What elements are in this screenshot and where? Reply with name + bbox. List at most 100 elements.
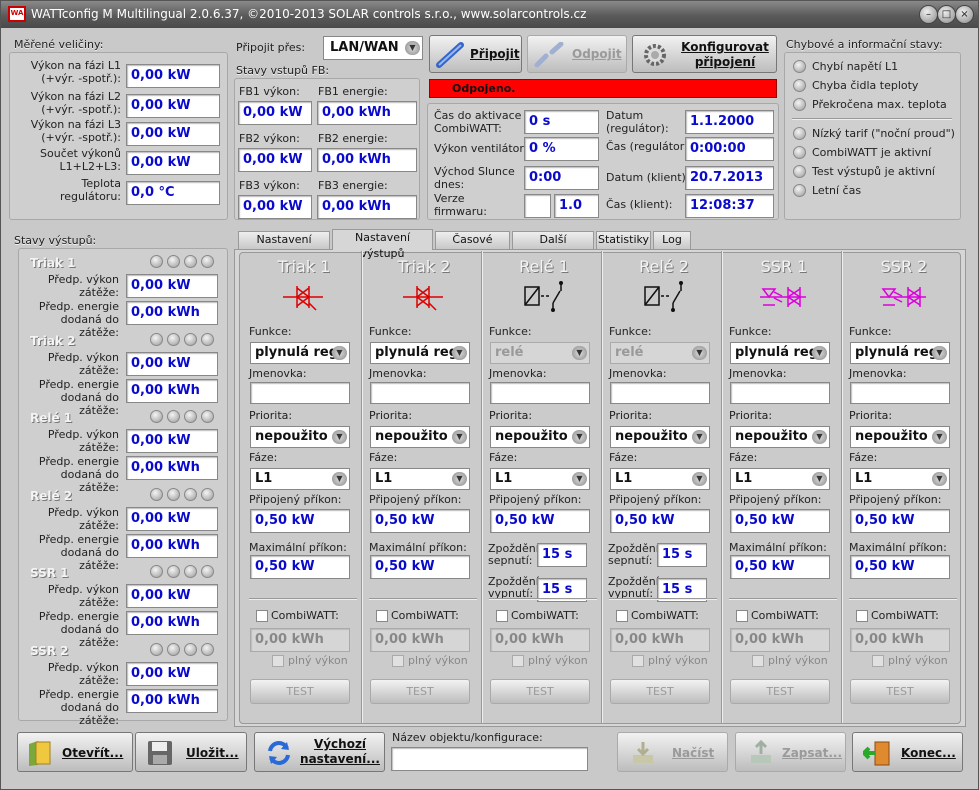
exit-button[interactable]: Konec... — [852, 732, 963, 772]
combiwatt-energy-input[interactable]: 0,00 kWh — [490, 628, 590, 652]
test-button[interactable]: TEST — [250, 679, 350, 704]
test-button[interactable]: TEST — [730, 679, 830, 704]
relay-icon — [524, 281, 563, 312]
priority-select[interactable]: nepoužito ▼ — [610, 426, 710, 448]
max-power-input[interactable]: 0,50 kW — [850, 555, 950, 579]
connected-power-input[interactable]: 0,50 kW — [490, 509, 590, 533]
test-button[interactable]: TEST — [610, 679, 710, 704]
combiwatt-checkbox[interactable] — [496, 610, 508, 622]
write-button[interactable]: Zapsat... — [735, 732, 846, 772]
expected-power-label: Předp. výkon zátěže: — [47, 350, 119, 377]
full-power-checkbox[interactable] — [752, 655, 764, 667]
object-name-input[interactable] — [391, 747, 588, 771]
function-select[interactable]: plynulá reg. ▼ — [370, 342, 470, 364]
combiwatt-energy-input[interactable]: 0,00 kWh — [250, 628, 350, 652]
full-power-checkbox[interactable] — [392, 655, 404, 667]
save-button[interactable]: Uložit... — [135, 732, 247, 772]
close-icon[interactable]: × — [955, 5, 974, 24]
expected-power-label: Předp. výkon zátěže: — [47, 505, 119, 532]
priority-select[interactable]: nepoužito ▼ — [490, 426, 590, 448]
disconnect-button[interactable]: Odpojit — [527, 35, 627, 73]
connected-power-input[interactable]: 0,50 kW — [730, 509, 830, 533]
phase-select[interactable]: L1 ▼ — [250, 468, 350, 490]
expected-power-field: 0,00 kW — [126, 274, 218, 298]
priority-label: Priorita: — [609, 409, 653, 422]
function-select[interactable]: relé ▼ — [610, 342, 710, 364]
output-state-name: Relé 1 — [30, 411, 73, 425]
test-button[interactable]: TEST — [370, 679, 470, 704]
off-delay-label: Zpoždění vypnutí: — [608, 575, 659, 600]
combiwatt-checkbox[interactable] — [736, 610, 748, 622]
priority-select[interactable]: nepoužito ▼ — [250, 426, 350, 448]
test-button[interactable]: TEST — [850, 679, 950, 704]
priority-select[interactable]: nepoužito ▼ — [370, 426, 470, 448]
function-select[interactable]: plynulá reg. ▼ — [250, 342, 350, 364]
phase-select[interactable]: L1 ▼ — [370, 468, 470, 490]
connected-power-label: Připojený příkon: — [489, 493, 582, 506]
tab-outputs[interactable]: Nastavení výstupů — [332, 229, 433, 260]
read-button[interactable]: Načíst — [617, 732, 728, 772]
phase-select[interactable]: L1 ▼ — [610, 468, 710, 490]
combiwatt-checkbox[interactable] — [856, 610, 868, 622]
full-power-checkbox[interactable] — [272, 655, 284, 667]
output-led — [184, 332, 197, 346]
chevron-down-icon: ▼ — [692, 472, 707, 486]
minimize-icon[interactable]: – — [919, 5, 938, 24]
combiwatt-checkbox[interactable] — [256, 610, 268, 622]
defaults-button[interactable]: Výchozí nastavení... — [254, 732, 385, 772]
priority-select[interactable]: nepoužito ▼ — [730, 426, 830, 448]
connected-power-input[interactable]: 0,50 kW — [370, 509, 470, 533]
tab-inputs[interactable]: Nastavení vstupů — [238, 231, 330, 262]
nameplate-input[interactable] — [250, 382, 350, 404]
full-power-checkbox[interactable] — [872, 655, 884, 667]
function-select[interactable]: plynulá reg. ▼ — [850, 342, 950, 364]
tab-log[interactable]: Log — [653, 231, 691, 249]
column-separator — [721, 251, 723, 723]
maximize-icon[interactable]: □ — [937, 5, 956, 24]
configure-connection-button[interactable]: Konfigurovat připojení — [632, 35, 777, 73]
expected-energy-field: 0,00 kWh — [126, 301, 218, 325]
nameplate-input[interactable] — [610, 382, 710, 404]
phase-label: Fáze: — [609, 451, 638, 464]
full-power-checkbox[interactable] — [512, 655, 524, 667]
full-power-label: plný výkon — [768, 654, 828, 667]
output-led — [167, 565, 180, 578]
full-power-checkbox[interactable] — [632, 655, 644, 667]
nameplate-input[interactable] — [850, 382, 950, 404]
connect-button[interactable]: Připojit — [429, 35, 522, 73]
combiwatt-checkbox[interactable] — [616, 610, 628, 622]
priority-select-value: nepoužito — [735, 429, 808, 444]
nameplate-input[interactable] — [370, 382, 470, 404]
tab-schedules[interactable]: Časové plány — [435, 231, 510, 262]
open-button[interactable]: Otevřít... — [17, 732, 133, 772]
connected-power-input[interactable]: 0,50 kW — [610, 509, 710, 533]
connection-select[interactable]: LAN/WAN ▼ — [323, 36, 423, 60]
test-button[interactable]: TEST — [490, 679, 590, 704]
phase-select[interactable]: L1 ▼ — [490, 468, 590, 490]
combiwatt-energy-input[interactable]: 0,00 kWh — [850, 628, 950, 652]
function-select[interactable]: plynulá reg. ▼ — [730, 342, 830, 364]
connected-power-input[interactable]: 0,50 kW — [850, 509, 950, 533]
tab-more[interactable]: Další nastavení — [512, 231, 594, 262]
combiwatt-checkbox[interactable] — [376, 610, 388, 622]
on-delay-input[interactable]: 15 s — [537, 543, 587, 567]
open-label: Otevřít... — [62, 746, 124, 760]
nameplate-input[interactable] — [490, 382, 590, 404]
connected-power-input[interactable]: 0,50 kW — [250, 509, 350, 533]
max-power-input[interactable]: 0,50 kW — [370, 555, 470, 579]
output-led — [167, 410, 180, 423]
phase-select[interactable]: L1 ▼ — [850, 468, 950, 490]
output-led — [201, 255, 214, 268]
output-led — [201, 410, 214, 423]
combiwatt-energy-input[interactable]: 0,00 kWh — [610, 628, 710, 652]
function-select[interactable]: relé ▼ — [490, 342, 590, 364]
phase-select[interactable]: L1 ▼ — [730, 468, 830, 490]
max-power-input[interactable]: 0,50 kW — [250, 555, 350, 579]
combiwatt-energy-input[interactable]: 0,00 kWh — [730, 628, 830, 652]
priority-select[interactable]: nepoužito ▼ — [850, 426, 950, 448]
on-delay-input[interactable]: 15 s — [657, 543, 707, 567]
combiwatt-energy-input[interactable]: 0,00 kWh — [370, 628, 470, 652]
tab-stats[interactable]: Statistiky — [596, 231, 651, 249]
nameplate-input[interactable] — [730, 382, 830, 404]
max-power-input[interactable]: 0,50 kW — [730, 555, 830, 579]
